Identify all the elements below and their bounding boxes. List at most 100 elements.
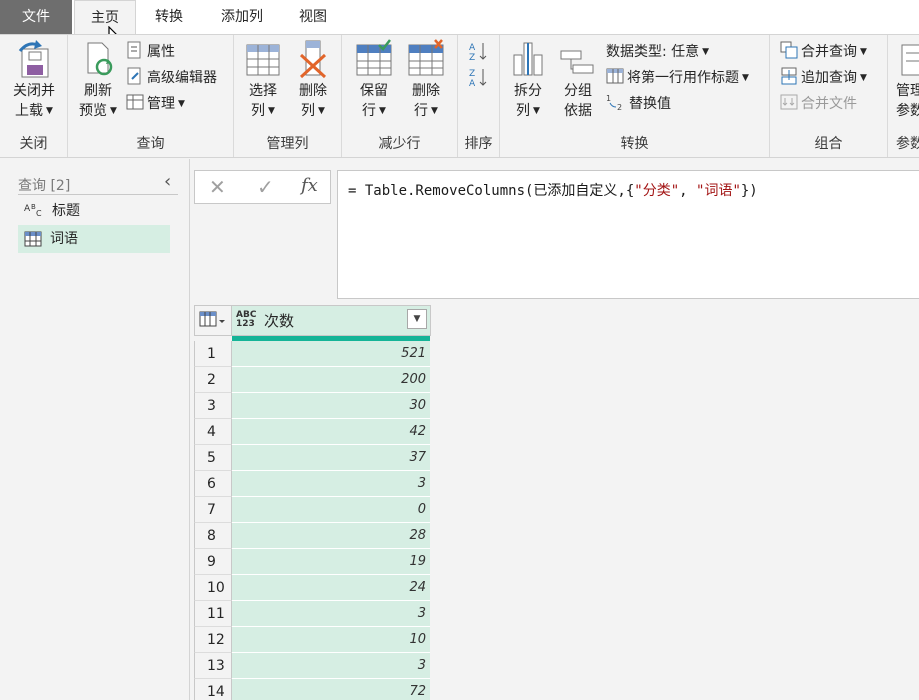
queries-pane: 查询 [2] ‹ A B C 标题 词语 <box>0 159 190 700</box>
manage-parameters-button[interactable]: 管理 参数 <box>896 39 919 121</box>
row-number[interactable]: 8 <box>194 523 232 549</box>
replace-values-icon: 12 <box>606 94 622 112</box>
column-header-count[interactable]: ABC 123 次数 ▼ <box>232 306 430 335</box>
row-number[interactable]: 6 <box>194 471 232 497</box>
cell-value[interactable]: 28 <box>232 523 430 549</box>
formula-buttons: ✕ ✓ fx <box>194 170 331 204</box>
manage-button[interactable]: 管理 ▼ <box>126 93 185 115</box>
row-number[interactable]: 1 <box>194 341 232 367</box>
choose-columns-button[interactable]: 选择 列 ▼ <box>240 39 286 121</box>
cell-value[interactable]: 521 <box>232 341 430 367</box>
group-by-icon <box>560 50 594 74</box>
cell-value[interactable]: 200 <box>232 367 430 393</box>
grid-header: ABC 123 次数 ▼ <box>194 305 431 336</box>
sort-descending-button[interactable]: ZA <box>468 67 491 89</box>
row-number[interactable]: 4 <box>194 419 232 445</box>
cell-value[interactable]: 19 <box>232 549 430 575</box>
data-type-dropdown[interactable]: 数据类型: 任意 ▼ <box>606 41 709 63</box>
any-type-icon[interactable]: ABC 123 <box>236 311 256 329</box>
close-and-load-icon <box>18 40 49 78</box>
close-and-load-label-2: 上载 <box>15 103 44 119</box>
formula-input[interactable]: = Table.RemoveColumns(已添加自定义,{"分类", "词语"… <box>337 170 919 299</box>
split-column-button[interactable]: 拆分 列 ▼ <box>506 39 550 121</box>
use-first-row-headers-button[interactable]: 将第一行用作标题 ▼ <box>606 67 749 89</box>
row-number[interactable]: 11 <box>194 601 232 627</box>
queries-header: 查询 [2] <box>18 175 178 195</box>
chevron-down-icon: ▼ <box>702 47 710 57</box>
refresh-preview-button[interactable]: 刷新 预览 ▼ <box>72 39 124 121</box>
row-number[interactable]: 14 <box>194 679 232 700</box>
chevron-down-icon: ▼ <box>742 73 749 83</box>
group-close: 关闭并 上载 ▼ 关闭 <box>0 35 68 157</box>
table-row: 70 <box>194 497 431 523</box>
cell-value[interactable]: 3 <box>232 471 430 497</box>
merge-queries-label: 合并查询 <box>801 44 857 60</box>
svg-text:Z: Z <box>469 53 475 61</box>
row-number[interactable]: 5 <box>194 445 232 471</box>
sort-ascending-button[interactable]: AZ <box>468 41 491 63</box>
formula-separator: , <box>679 183 697 199</box>
group-parameters: 管理 参数 参数 <box>888 35 919 157</box>
tab-add-column[interactable]: 添加列 <box>206 0 278 34</box>
tab-transform[interactable]: 转换 <box>140 0 198 34</box>
cell-value[interactable]: 37 <box>232 445 430 471</box>
data-grid: ABC 123 次数 ▼ 1 521 2 200 3 30 4 42 5 37 6 3 7 0 8 28 9 19 1… <box>194 305 431 700</box>
remove-rows-button[interactable]: 删除 行 ▼ <box>402 39 450 121</box>
merge-queries-button[interactable]: 合并查询 ▼ <box>780 41 867 63</box>
tab-file[interactable]: 文件 <box>0 0 72 34</box>
keep-rows-label-1: 保留 <box>360 83 388 99</box>
manage-parameters-icon <box>901 44 919 76</box>
table-row: 2 200 <box>194 367 431 393</box>
table-row: 14 72 <box>194 679 431 700</box>
query-item-title[interactable]: A B C 标题 <box>18 197 170 225</box>
row-number[interactable]: 3 <box>194 393 232 419</box>
table-icon <box>24 231 42 247</box>
tab-home[interactable]: 主页 <box>74 0 136 35</box>
table-row: 4 42 <box>194 419 431 445</box>
append-queries-label: 追加查询 <box>801 70 857 86</box>
append-queries-icon <box>781 67 797 85</box>
row-number[interactable]: 10 <box>194 575 232 601</box>
group-manage-columns: 选择 列 ▼ 删除 列 ▼ 管理列 <box>234 35 342 157</box>
close-and-load-label-1: 关闭并 <box>13 83 55 99</box>
abc-text-icon: A BC <box>24 203 42 218</box>
row-number[interactable]: 2 <box>194 367 232 393</box>
tab-view[interactable]: 视图 <box>284 0 342 34</box>
append-queries-button[interactable]: 追加查询 ▼ <box>780 67 867 89</box>
cell-value[interactable]: 72 <box>232 679 430 700</box>
close-and-load-button[interactable]: 关闭并 上载 ▼ <box>6 39 62 121</box>
group-combine: 合并查询 ▼ 追加查询 ▼ 合并文件 组合 <box>770 35 888 157</box>
cell-value[interactable]: 10 <box>232 627 430 653</box>
query-item-words[interactable]: 词语 <box>18 225 170 253</box>
cell-value[interactable]: 30 <box>232 393 430 419</box>
row-number[interactable]: 9 <box>194 549 232 575</box>
cell-value[interactable]: 0 <box>232 497 430 523</box>
cell-value[interactable]: 3 <box>232 653 430 679</box>
table-row: 13 3 <box>194 653 431 679</box>
row-number[interactable]: 12 <box>194 627 232 653</box>
chevron-down-icon: ▼ <box>379 106 386 116</box>
formula-prefix: = Table.RemoveColumns(已添加自定义,{ <box>348 183 635 199</box>
cell-value[interactable]: 3 <box>232 601 430 627</box>
row-number[interactable]: 7 <box>194 497 232 523</box>
cell-value[interactable]: 24 <box>232 575 430 601</box>
commit-formula-icon[interactable]: ✓ <box>257 175 274 199</box>
properties-button[interactable]: 属性 <box>126 41 175 63</box>
remove-columns-button[interactable]: 删除 列 ▼ <box>290 39 336 121</box>
cell-value[interactable]: 42 <box>232 419 430 445</box>
table-menu-button[interactable] <box>195 306 232 335</box>
group-transform: 拆分 列 ▼ 分组 依据 数据类型: 任意 ▼ 将第一行用作标题 ▼ 1 2 替换值 转换 <box>500 35 770 157</box>
group-by-button[interactable]: 分组 依据 <box>556 39 600 121</box>
row-number[interactable]: 13 <box>194 653 232 679</box>
svg-text:C: C <box>36 209 42 218</box>
advanced-editor-button[interactable]: 高级编辑器 <box>126 67 217 89</box>
combine-files-button[interactable]: 合并文件 <box>780 93 857 115</box>
collapse-pane-icon[interactable]: ‹ <box>164 171 171 192</box>
fx-icon[interactable]: fx <box>301 175 318 196</box>
filter-dropdown-icon[interactable]: ▼ <box>407 309 427 329</box>
refresh-label-1: 刷新 <box>84 83 112 99</box>
cancel-formula-icon[interactable]: ✕ <box>209 175 226 199</box>
choose-columns-label-2: 列 <box>251 103 266 119</box>
keep-rows-button[interactable]: 保留 行 ▼ <box>350 39 398 121</box>
replace-values-button[interactable]: 1 2 替换值 <box>606 93 671 115</box>
